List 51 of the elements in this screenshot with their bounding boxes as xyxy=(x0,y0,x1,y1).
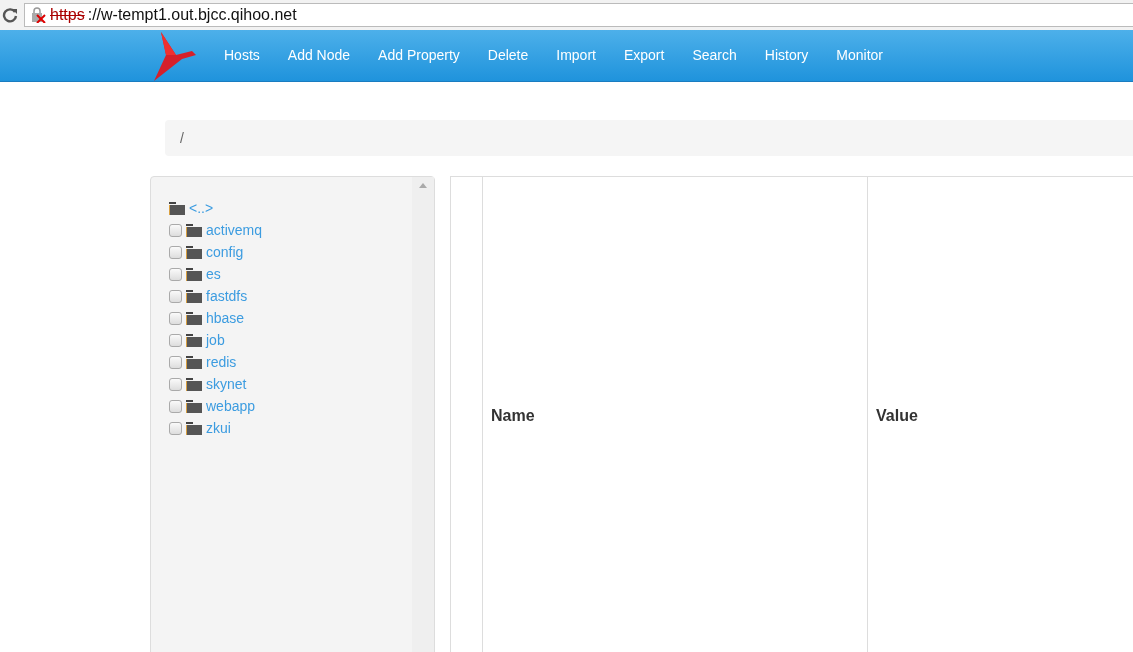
url-scheme: https xyxy=(50,5,85,25)
broken-lock-icon xyxy=(31,7,47,23)
folder-link[interactable]: webapp xyxy=(206,395,256,417)
url-text: ://w-tempt1.out.bjcc.qihoo.net xyxy=(87,5,297,25)
checkbox[interactable] xyxy=(169,245,182,259)
folder-icon xyxy=(186,245,202,259)
reload-icon[interactable] xyxy=(2,7,18,23)
checkbox[interactable] xyxy=(169,421,182,435)
folder-icon xyxy=(186,267,202,281)
scroll-up-icon[interactable] xyxy=(419,183,427,188)
nav-link[interactable]: Add Node xyxy=(273,45,365,66)
checkbox[interactable] xyxy=(169,223,182,237)
bird-logo-icon xyxy=(152,30,196,81)
nav-link[interactable]: History xyxy=(750,45,823,66)
nav-link[interactable]: Add Property xyxy=(364,45,474,66)
nav-link[interactable]: Monitor xyxy=(822,45,898,66)
checkbox[interactable] xyxy=(169,311,182,325)
checkbox[interactable] xyxy=(169,377,182,391)
folder-link[interactable]: redis xyxy=(206,351,237,373)
parent-folder-link[interactable]: <..> xyxy=(189,197,214,219)
nav-link[interactable]: Search xyxy=(678,45,751,66)
folder-icon xyxy=(186,377,202,391)
nav-link[interactable]: Export xyxy=(609,45,679,66)
checkbox[interactable] xyxy=(169,355,182,369)
nav-link[interactable]: Delete xyxy=(473,45,543,66)
checkbox[interactable] xyxy=(169,333,182,347)
nav-link[interactable]: Import xyxy=(542,45,610,66)
folder-link[interactable]: hbase xyxy=(206,307,245,329)
folder-icon xyxy=(186,399,202,413)
folder-link[interactable]: fastdfs xyxy=(206,285,248,307)
folder-icon xyxy=(169,201,185,215)
scrollbar[interactable] xyxy=(412,177,434,652)
folder-link[interactable]: config xyxy=(206,241,244,263)
folder-icon xyxy=(186,311,202,325)
folder-icon xyxy=(186,333,202,347)
folder-link[interactable]: es xyxy=(206,263,221,285)
address-field[interactable]: https ://w-tempt1.out.bjcc.qihoo.net xyxy=(24,3,1133,27)
folder-link[interactable]: skynet xyxy=(206,373,247,395)
breadcrumb-path: / xyxy=(180,128,184,148)
folder-link[interactable]: zkui xyxy=(206,417,231,439)
nav-link[interactable]: Hosts xyxy=(210,45,274,66)
checkbox[interactable] xyxy=(169,289,182,303)
column-header: Name xyxy=(482,176,868,652)
folder-icon xyxy=(186,355,202,369)
checkbox[interactable] xyxy=(169,399,182,413)
folder-icon xyxy=(186,223,202,237)
folder-link[interactable]: activemq xyxy=(206,219,263,241)
folder-link[interactable]: job xyxy=(206,329,225,351)
folder-icon xyxy=(186,421,202,435)
folder-icon xyxy=(186,289,202,303)
checkbox[interactable] xyxy=(169,267,182,281)
